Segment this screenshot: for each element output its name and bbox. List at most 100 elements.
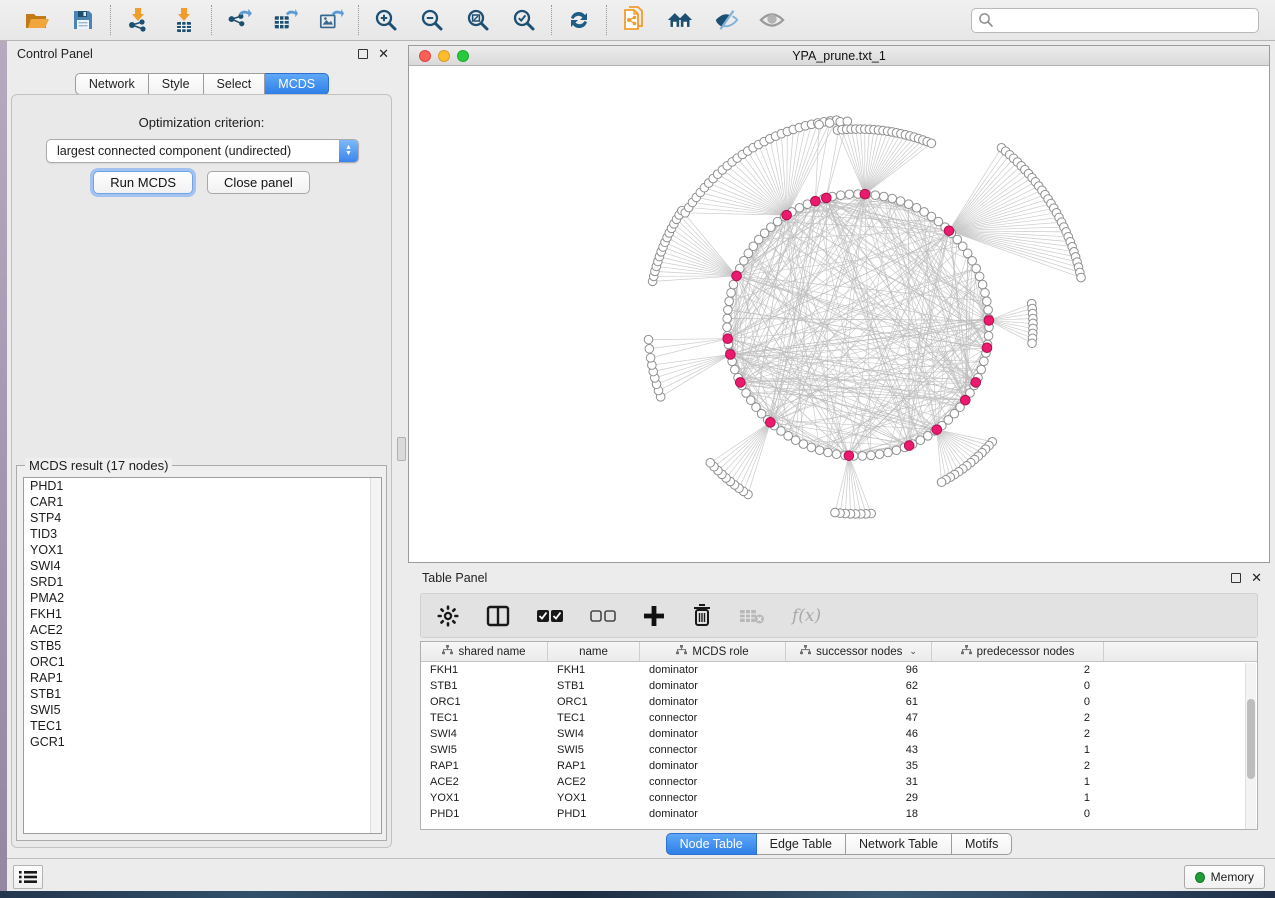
- zoom-selected-icon[interactable]: [511, 7, 537, 33]
- close-panel-icon[interactable]: ✕: [378, 49, 389, 59]
- mcds-list-scrollbar[interactable]: [370, 478, 381, 833]
- table-scrollbar[interactable]: [1245, 663, 1256, 829]
- list-item[interactable]: GCR1: [24, 734, 381, 750]
- close-panel-icon[interactable]: ✕: [1251, 573, 1262, 583]
- table-cell: dominator: [640, 758, 786, 774]
- open-session-icon[interactable]: [24, 7, 50, 33]
- table-row[interactable]: STB1STB1dominator620: [421, 678, 1257, 694]
- list-item[interactable]: CAR1: [24, 494, 381, 510]
- list-item[interactable]: SWI4: [24, 558, 381, 574]
- home-icon[interactable]: [667, 7, 693, 33]
- table-cell: STB1: [548, 678, 640, 694]
- table-cell: ORC1: [548, 694, 640, 710]
- list-item[interactable]: STB5: [24, 638, 381, 654]
- table-row[interactable]: RAP1RAP1dominator352: [421, 758, 1257, 774]
- tab-style[interactable]: Style: [149, 73, 204, 95]
- table-cell: 43: [786, 742, 932, 758]
- select-stepper-icon: ▲▼: [339, 140, 358, 162]
- save-session-icon[interactable]: [70, 7, 96, 33]
- task-history-button[interactable]: [13, 865, 43, 889]
- tab-select[interactable]: Select: [204, 73, 266, 95]
- zoom-in-icon[interactable]: [373, 7, 399, 33]
- list-item[interactable]: PMA2: [24, 590, 381, 606]
- memory-button[interactable]: Memory: [1184, 865, 1265, 889]
- table-cell: 1: [932, 790, 1104, 806]
- table-row[interactable]: PHD1PHD1dominator180: [421, 806, 1257, 822]
- deselect-all-icon[interactable]: [590, 601, 616, 631]
- run-mcds-button[interactable]: Run MCDS: [93, 171, 193, 194]
- add-icon[interactable]: [643, 601, 665, 631]
- export-table-icon[interactable]: [272, 7, 298, 33]
- table-cell: 35: [786, 758, 932, 774]
- table-row[interactable]: TEC1TEC1connector472: [421, 710, 1257, 726]
- table-cell: 2: [932, 710, 1104, 726]
- close-panel-button[interactable]: Close panel: [207, 171, 310, 194]
- tab-network[interactable]: Network: [75, 73, 149, 95]
- export-network-icon[interactable]: [226, 7, 252, 33]
- search-input[interactable]: [994, 10, 1252, 30]
- tab-motifs[interactable]: Motifs: [952, 833, 1012, 855]
- table-cell: ORC1: [421, 694, 548, 710]
- list-item[interactable]: TID3: [24, 526, 381, 542]
- network-window-titlebar[interactable]: YPA_prune.txt_1: [409, 46, 1269, 66]
- table-row[interactable]: SWI4SWI4dominator462: [421, 726, 1257, 742]
- status-bar: Memory: [7, 858, 1275, 891]
- tab-node-table[interactable]: Node Table: [666, 833, 757, 855]
- share-session-icon[interactable]: [621, 7, 647, 33]
- table-header-row: shared namenameMCDS rolesuccessor nodes⌄…: [421, 642, 1257, 662]
- list-item[interactable]: ACE2: [24, 622, 381, 638]
- column-header-successor-nodes[interactable]: successor nodes⌄: [786, 642, 932, 661]
- column-view-icon[interactable]: [486, 601, 510, 631]
- table-row[interactable]: FKH1FKH1dominator962: [421, 662, 1257, 678]
- float-panel-icon[interactable]: [358, 49, 368, 59]
- list-item[interactable]: FKH1: [24, 606, 381, 622]
- zoom-out-icon[interactable]: [419, 7, 445, 33]
- table-cell: connector: [640, 710, 786, 726]
- list-item[interactable]: PHD1: [24, 478, 381, 494]
- list-item[interactable]: ORC1: [24, 654, 381, 670]
- hierarchy-icon: [961, 645, 972, 658]
- import-table-icon[interactable]: [171, 7, 197, 33]
- tab-mcds[interactable]: MCDS: [265, 73, 329, 95]
- column-header-predecessor-nodes[interactable]: predecessor nodes: [932, 642, 1104, 661]
- refresh-icon[interactable]: [566, 7, 592, 33]
- table-row[interactable]: ACE2ACE2connector311: [421, 774, 1257, 790]
- network-canvas[interactable]: [409, 66, 1269, 562]
- table-panel-tabs: Node TableEdge TableNetwork TableMotifs: [408, 833, 1270, 855]
- table-scrollbar-thumb[interactable]: [1247, 699, 1255, 779]
- zoom-fit-icon[interactable]: [465, 7, 491, 33]
- delete-icon[interactable]: [692, 601, 712, 631]
- panel-splitter-handle[interactable]: [397, 437, 406, 461]
- list-item[interactable]: STB1: [24, 686, 381, 702]
- optimization-criterion-select[interactable]: largest connected component (undirected)…: [46, 139, 359, 163]
- list-item[interactable]: SWI5: [24, 702, 381, 718]
- table-row[interactable]: ORC1ORC1dominator610: [421, 694, 1257, 710]
- table-cell: 2: [932, 758, 1104, 774]
- select-all-icon[interactable]: [537, 601, 563, 631]
- column-header-name[interactable]: name: [548, 642, 640, 661]
- mcds-result-list[interactable]: PHD1CAR1STP4TID3YOX1SWI4SRD1PMA2FKH1ACE2…: [23, 477, 382, 834]
- export-image-icon[interactable]: [318, 7, 344, 33]
- import-network-icon[interactable]: [125, 7, 151, 33]
- list-item[interactable]: STP4: [24, 510, 381, 526]
- show-graphics-icon[interactable]: [759, 7, 785, 33]
- table-cell: 2: [932, 726, 1104, 742]
- float-panel-icon[interactable]: [1231, 573, 1241, 583]
- list-item[interactable]: TEC1: [24, 718, 381, 734]
- search-box[interactable]: [971, 8, 1259, 33]
- tab-network-table[interactable]: Network Table: [846, 833, 952, 855]
- hide-graphics-icon[interactable]: [713, 7, 739, 33]
- table-cell: dominator: [640, 678, 786, 694]
- column-header-MCDS-role[interactable]: MCDS role: [640, 642, 786, 661]
- list-item[interactable]: RAP1: [24, 670, 381, 686]
- list-item[interactable]: SRD1: [24, 574, 381, 590]
- delete-table-icon: [739, 601, 765, 631]
- column-header-shared-name[interactable]: shared name: [421, 642, 548, 661]
- memory-status-icon: [1195, 872, 1205, 883]
- table-row[interactable]: YOX1YOX1connector291: [421, 790, 1257, 806]
- tab-edge-table[interactable]: Edge Table: [757, 833, 846, 855]
- table-cell: STB1: [421, 678, 548, 694]
- list-item[interactable]: YOX1: [24, 542, 381, 558]
- table-row[interactable]: SWI5SWI5connector431: [421, 742, 1257, 758]
- settings-gear-icon[interactable]: [437, 601, 459, 631]
